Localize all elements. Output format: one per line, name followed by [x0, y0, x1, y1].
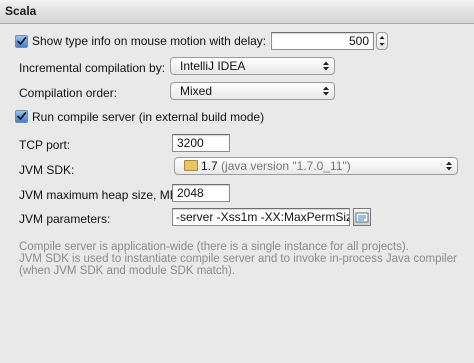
- heap-size-label: JVM maximum heap size, MB:: [19, 188, 182, 202]
- jvm-params-label: JVM parameters:: [19, 212, 111, 226]
- order-selected: Mixed: [180, 84, 213, 98]
- help-text-line: JVM SDK is used to instantiate compile s…: [19, 253, 457, 265]
- expand-text-button[interactable]: [353, 208, 371, 226]
- delay-stepper[interactable]: [376, 32, 388, 50]
- jvm-sdk-label: JVM SDK:: [19, 163, 75, 177]
- help-text-line: Compile server is application-wide (ther…: [19, 241, 409, 253]
- section-header: Scala: [0, 0, 474, 24]
- incremental-select[interactable]: IntelliJ IDEA: [170, 57, 335, 75]
- type-info-label: Show type info on mouse motion with dela…: [32, 34, 267, 48]
- help-text-line: (when JVM SDK and module SDK match).: [19, 265, 236, 277]
- select-arrows-icon: [323, 86, 329, 96]
- checkmark-icon: [17, 111, 27, 120]
- heap-size-input[interactable]: 2048: [172, 184, 230, 202]
- incremental-label: Incremental compilation by:: [19, 61, 166, 75]
- compile-server-label: Run compile server (in external build mo…: [32, 110, 265, 124]
- help-text: Compile server is application-wide (ther…: [19, 241, 457, 277]
- jvm-params-input[interactable]: -server -Xss1m -XX:MaxPermSiz: [172, 208, 350, 226]
- stepper-arrows-icon: [379, 36, 385, 46]
- order-select[interactable]: Mixed: [170, 82, 335, 100]
- checkmark-icon: [17, 36, 27, 45]
- select-arrows-icon: [323, 61, 329, 71]
- type-info-checkbox[interactable]: [15, 35, 28, 48]
- section-title: Scala: [5, 4, 37, 18]
- order-label: Compilation order:: [19, 86, 118, 100]
- compile-server-checkbox[interactable]: [15, 110, 28, 123]
- jvm-sdk-select[interactable]: 1.7 (java version "1.7.0_11"): [174, 157, 458, 175]
- tcp-port-input[interactable]: 3200: [172, 134, 230, 152]
- jvm-sdk-version: 1.7: [201, 159, 218, 173]
- delay-input[interactable]: 500: [271, 32, 374, 50]
- tcp-port-label: TCP port:: [19, 138, 71, 152]
- select-arrows-icon: [446, 161, 452, 171]
- jvm-sdk-detail: (java version "1.7.0_11"): [221, 159, 351, 173]
- folder-icon: [184, 160, 198, 171]
- expand-text-icon: [355, 212, 369, 223]
- incremental-selected: IntelliJ IDEA: [180, 59, 246, 73]
